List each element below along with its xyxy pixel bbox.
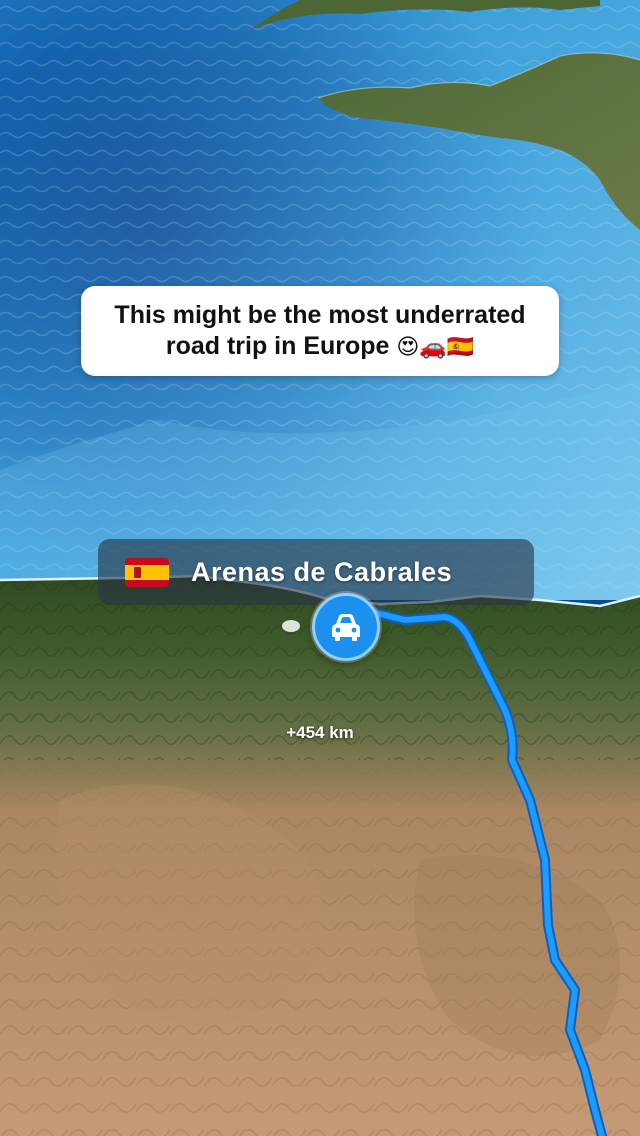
- location-label: Arenas de Cabrales: [98, 539, 534, 605]
- spain-flag-icon: [125, 558, 169, 587]
- caption-line-1: This might be the most underrated: [114, 300, 526, 329]
- car-position-marker[interactable]: [312, 593, 380, 661]
- map-stage: This might be the most underrated road t…: [0, 0, 640, 1136]
- car-icon: [332, 614, 360, 641]
- distance-label: +454 km: [286, 723, 354, 742]
- caption-bubble: This might be the most underrated road t…: [81, 286, 559, 376]
- place-name: Arenas de Cabrales: [191, 557, 453, 587]
- caption-line-2-text: road trip in Europe: [165, 331, 390, 360]
- caption-emoji: 😍🚗🇪🇸: [396, 334, 475, 360]
- caption-line-2: road trip in Europe 😍🚗🇪🇸: [166, 331, 474, 363]
